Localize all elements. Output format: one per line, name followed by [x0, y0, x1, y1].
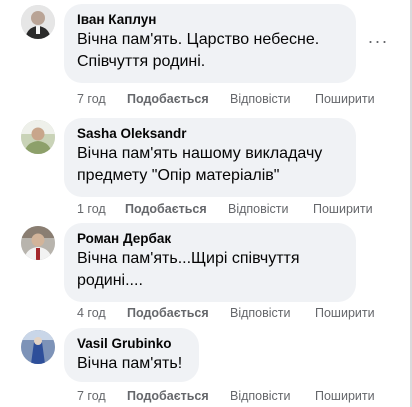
more-options-icon[interactable]: ···	[364, 32, 392, 52]
avatar[interactable]	[21, 226, 55, 260]
comment-time[interactable]: 7 год	[77, 91, 106, 107]
reply-button[interactable]: Відповісти	[228, 201, 289, 217]
avatar-photo	[21, 5, 55, 39]
comment-text-line: Вічна пам'ять нашому викладачу	[77, 145, 323, 162]
share-button[interactable]: Поширити	[315, 388, 375, 404]
comment-author[interactable]: Vasil Grubinko	[77, 335, 187, 353]
avatar[interactable]	[21, 330, 55, 364]
avatar-photo	[21, 120, 55, 154]
comment-bubble: Роман Дербак Вічна пам'ять...Щирі співчу…	[64, 223, 356, 302]
reply-button[interactable]: Відповісти	[230, 305, 291, 321]
comment-time[interactable]: 4 год	[77, 305, 106, 321]
like-button[interactable]: Подобається	[127, 91, 209, 107]
share-button[interactable]: Поширити	[315, 305, 375, 321]
comment-time[interactable]: 7 год	[77, 388, 106, 404]
comment-author[interactable]: Роман Дербак	[77, 230, 344, 248]
comment-text-line: Вічна пам'ять!	[77, 355, 183, 372]
comment-author[interactable]: Іван Каплун	[77, 11, 344, 29]
comment-bubble: Sasha Oleksandr Вічна пам'ять нашому вик…	[64, 118, 356, 197]
comment-bubble: Іван Каплун Вічна пам'ять. Царство небес…	[64, 4, 356, 83]
like-button[interactable]: Подобається	[127, 388, 209, 404]
comment-text-line: Співчуття родині.	[77, 53, 206, 70]
share-button[interactable]: Поширити	[315, 91, 375, 107]
avatar[interactable]	[21, 120, 55, 154]
reply-button[interactable]: Відповісти	[230, 91, 291, 107]
comment-text-line: Вічна пам'ять. Царство небесне.	[77, 31, 320, 48]
reply-button[interactable]: Відповісти	[230, 388, 291, 404]
avatar-photo	[21, 330, 55, 364]
comment-text-line: родині....	[77, 272, 143, 289]
avatar-photo	[21, 226, 55, 260]
comment-bubble: Vasil Grubinko Вічна пам'ять!	[64, 328, 199, 382]
comment-author[interactable]: Sasha Oleksandr	[77, 125, 344, 143]
comment-text-line: Вічна пам'ять...Щирі співчуття	[77, 250, 300, 267]
share-button[interactable]: Поширити	[313, 201, 373, 217]
comment-text: Вічна пам'ять!	[77, 353, 187, 375]
comment-text: Вічна пам'ять...Щирі співчуття родині...…	[77, 248, 344, 292]
avatar[interactable]	[21, 5, 55, 39]
comment-time[interactable]: 1 год	[77, 201, 106, 217]
like-button[interactable]: Подобається	[125, 201, 207, 217]
comment-text-line: предмету "Опір матеріалів"	[77, 167, 280, 184]
like-button[interactable]: Подобається	[127, 305, 209, 321]
comment-text: Вічна пам'ять. Царство небесне. Співчутт…	[77, 29, 344, 73]
comment-text: Вічна пам'ять нашому викладачу предмету …	[77, 143, 344, 187]
